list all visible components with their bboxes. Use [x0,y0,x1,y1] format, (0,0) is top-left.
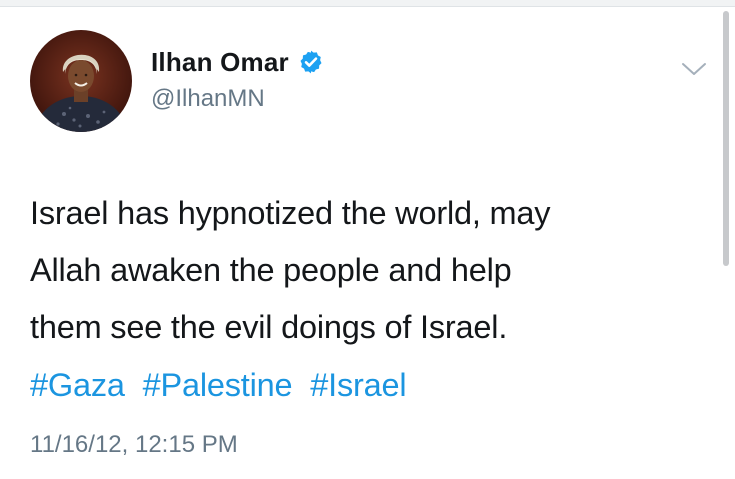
tweet-timestamp[interactable]: 11/16/12, 12:15 PM [30,431,238,459]
scrollbar[interactable] [723,11,729,266]
verified-badge-icon [298,49,324,75]
tweet-text: Israel has hypnotized the world, may All… [30,185,710,356]
avatar-image [30,30,132,132]
tweet-author[interactable]: Ilhan Omar @IlhanMN [151,45,324,113]
hashtag-list: #Gaza #Palestine #Israel [30,357,407,414]
author-display-name[interactable]: Ilhan Omar [151,47,289,78]
tweet-text-line: Israel has hypnotized the world, may [30,195,551,231]
tweet-text-line: them see the evil doings of Israel. [30,309,508,345]
avatar[interactable] [30,30,132,132]
author-name-row: Ilhan Omar [151,45,324,79]
author-handle[interactable]: @IlhanMN [151,85,324,113]
top-divider [0,0,735,7]
hashtag-israel[interactable]: #Israel [310,367,406,403]
tweet-text-line: Allah awaken the people and help [30,252,512,288]
hashtag-palestine[interactable]: #Palestine [143,367,293,403]
tweet-card: Ilhan Omar @IlhanMN Israel has hypnotize… [0,7,735,479]
hashtag-gaza[interactable]: #Gaza [30,367,125,403]
chevron-down-icon[interactable] [680,59,708,79]
